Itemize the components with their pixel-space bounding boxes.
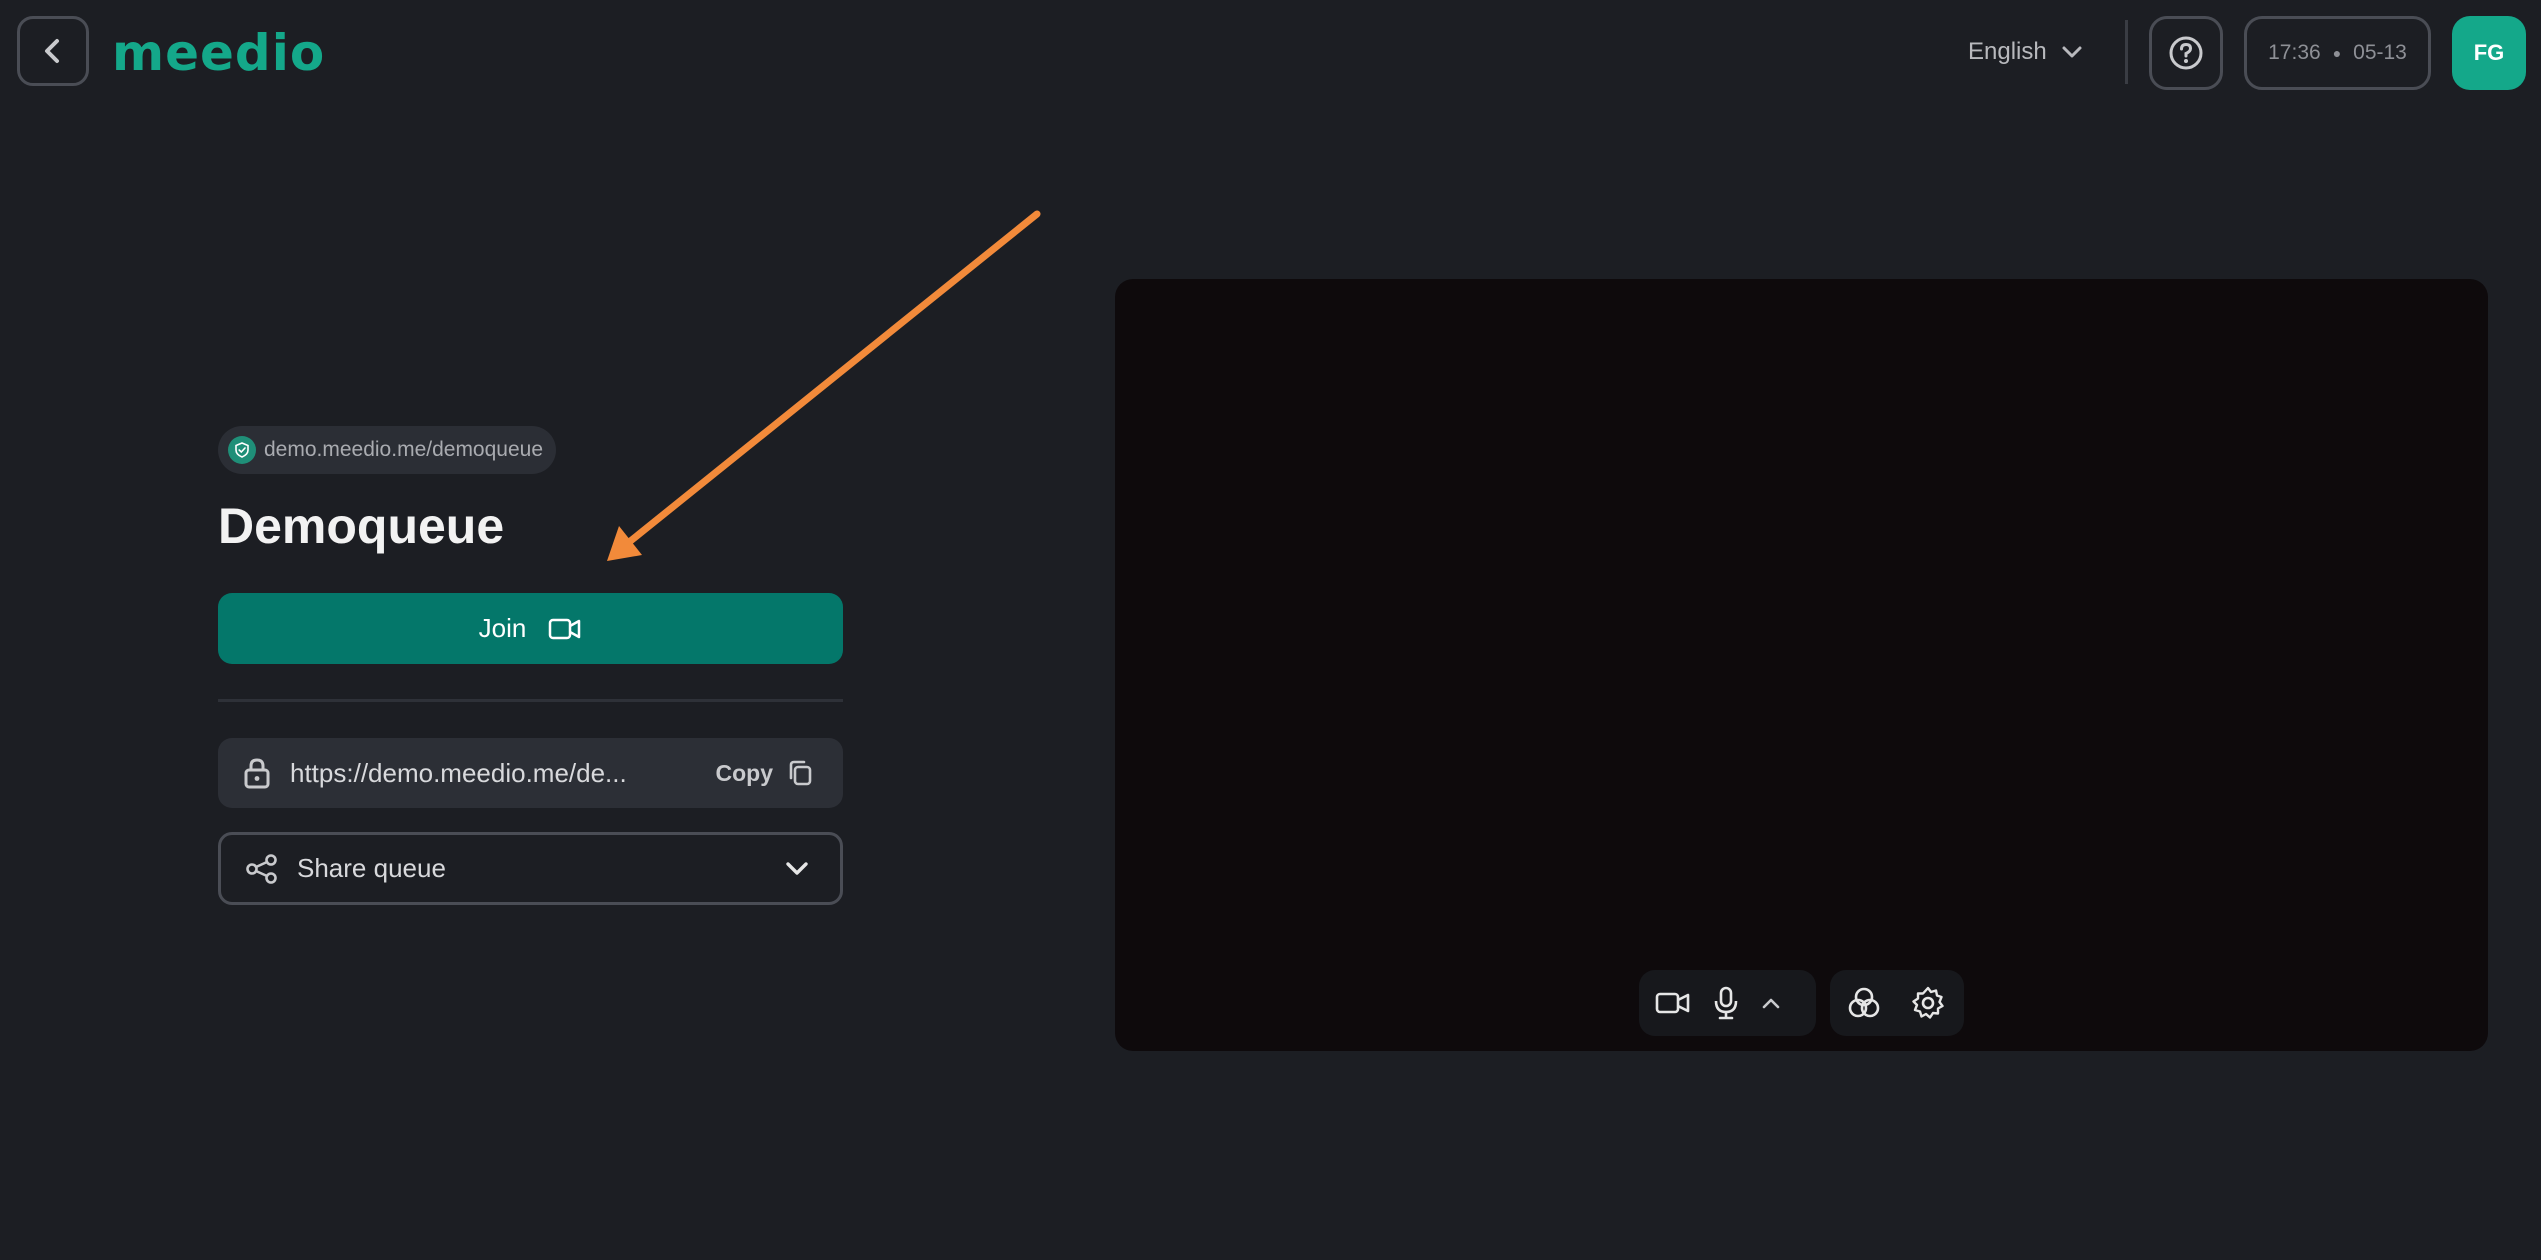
meedio-logo: meedio [112, 24, 326, 82]
share-icon [245, 853, 279, 885]
queue-title: Demoqueue [218, 498, 505, 554]
join-button[interactable]: Join [218, 593, 843, 664]
section-divider [218, 699, 843, 702]
chevron-down-icon [2062, 46, 2082, 58]
domain-badge: demo.meedio.me/demoqueue [218, 426, 556, 474]
clock-display: 17:36 ● 05-13 [2244, 16, 2431, 90]
effects-controls [1830, 970, 1964, 1036]
microphone-icon[interactable] [1711, 985, 1741, 1021]
user-avatar[interactable]: FG [2452, 16, 2526, 90]
camera-icon[interactable] [1655, 990, 1691, 1016]
chevron-up-icon[interactable] [1761, 996, 1781, 1010]
copy-icon [789, 760, 812, 786]
queue-link-field: https://demo.meedio.me/de... Copy [218, 738, 843, 808]
share-queue-dropdown[interactable]: Share queue [218, 832, 843, 905]
help-icon [2169, 36, 2203, 70]
queue-link-text[interactable]: https://demo.meedio.me/de... [290, 758, 680, 789]
settings-icon[interactable] [1910, 985, 1946, 1021]
video-preview [1115, 279, 2488, 1051]
clock-separator: ● [2332, 45, 2342, 61]
lock-icon [242, 756, 272, 790]
video-camera-icon [549, 618, 581, 639]
domain-text: demo.meedio.me/demoqueue [264, 438, 544, 461]
header-divider [2125, 20, 2128, 84]
media-controls [1639, 970, 1816, 1036]
copy-label: Copy [715, 759, 774, 786]
meeting-lobby-page: meedio English 17:36 ● 05-13 FG demo.mee… [0, 0, 2541, 1260]
chevron-left-icon [45, 39, 59, 63]
back-button[interactable] [17, 16, 89, 86]
language-label: English [1968, 38, 2047, 65]
effects-icon[interactable] [1846, 985, 1882, 1021]
clock-date: 05-13 [2353, 41, 2407, 64]
share-queue-label: Share queue [297, 853, 446, 883]
join-label: Join [478, 613, 527, 643]
shield-icon [228, 436, 256, 464]
chevron-down-icon [784, 861, 810, 877]
copy-link-button[interactable]: Copy [716, 759, 814, 787]
help-button[interactable] [2149, 16, 2223, 90]
clock-time: 17:36 [2268, 41, 2321, 64]
language-selector[interactable]: English [1968, 30, 2083, 74]
